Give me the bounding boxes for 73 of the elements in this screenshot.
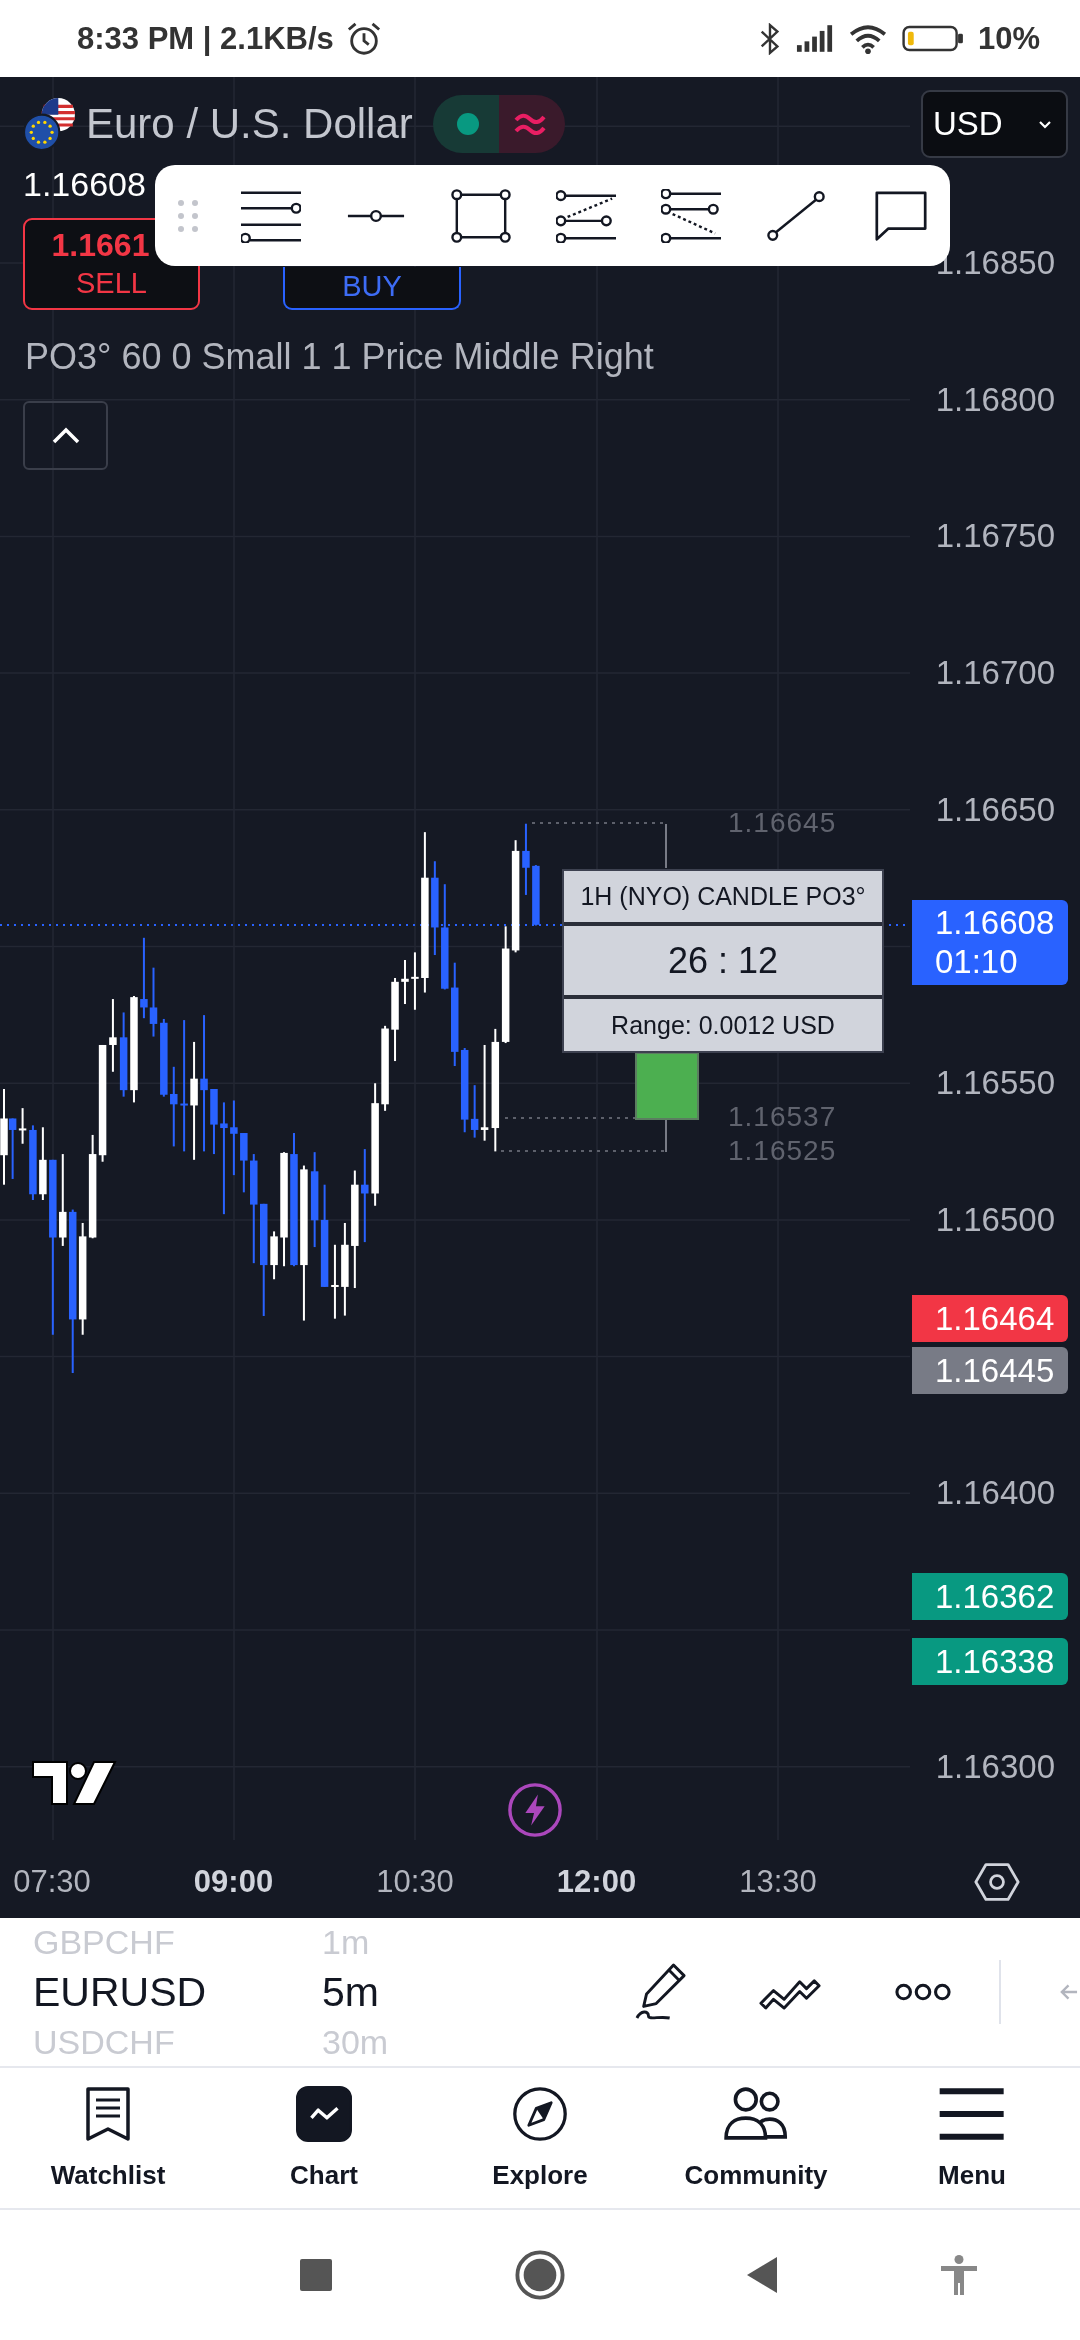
falling-candle [522, 823, 530, 895]
currency-flags-icon [23, 97, 77, 151]
nav-tab[interactable]: Chart [216, 2068, 432, 2208]
price-level-label: 1.16537 [728, 1100, 837, 1134]
price-axis-label: 1.16300 [935, 1746, 1055, 1787]
falling-candle [240, 1133, 248, 1193]
last-price: 1.16608 [22, 164, 146, 204]
price-tag: 1.16464 [912, 1295, 1068, 1342]
falling-candle [210, 1089, 218, 1155]
tooltip-title: 1H (NYO) CANDLE PO3° [564, 871, 882, 922]
accessibility-icon[interactable] [940, 2255, 978, 2295]
indicator-legend[interactable]: PO3° 60 0 Small 1 1 Price Middle Right [0, 335, 654, 379]
symbol-title[interactable]: Euro / U.S. Dollar [86, 100, 413, 148]
time-axis-label: 13:30 [738, 1863, 818, 1901]
price-axis-label: 1.16650 [935, 789, 1055, 830]
currency-dropdown[interactable]: USD [921, 90, 1068, 158]
price-tag: 1.16362 [912, 1573, 1068, 1620]
pen-icon[interactable] [635, 1962, 687, 2022]
logo-icon [30, 1758, 118, 1808]
settings-icon[interactable] [974, 1861, 1020, 1903]
chevron-up-icon [50, 426, 81, 445]
signal-icon [795, 25, 834, 52]
price-axis-label: 1.16500 [935, 1199, 1055, 1240]
price-level-label: 1.16645 [728, 806, 837, 840]
rising-candle [401, 960, 409, 1004]
falling-candle [532, 865, 540, 926]
price-axis-label: 1.16400 [935, 1473, 1055, 1514]
price-axis-label: 1.16850 [935, 243, 1055, 283]
price-level-label: 1.16525 [728, 1134, 837, 1168]
nav-tab[interactable]: Explore [432, 2068, 648, 2208]
channel-lines-icon[interactable] [556, 188, 616, 243]
tag-price: 1.16608 [935, 903, 1055, 942]
candle-wick [665, 823, 667, 869]
countdown-timer: 26 : 12 [564, 926, 882, 995]
rising-candle [270, 1231, 278, 1280]
price-axis-label: 1.16800 [935, 379, 1055, 420]
diagonal-line-icon[interactable] [766, 188, 826, 243]
battery-level: 10% [977, 20, 1040, 57]
falling-candle [149, 967, 158, 1037]
price-tag: 1.16445 [912, 1347, 1068, 1394]
price-axis-label: 1.16550 [935, 1063, 1055, 1104]
rising-candle [18, 1108, 27, 1144]
price-axis-label: 1.16700 [935, 653, 1055, 694]
falling-candle [8, 1118, 17, 1179]
drag-handle-icon[interactable] [178, 199, 198, 232]
interval-option[interactable]: 5m [322, 1964, 562, 2020]
more-icon[interactable] [895, 1982, 951, 2002]
alarm-clock-icon [345, 20, 382, 57]
symbol-option[interactable]: EURUSD [33, 1964, 322, 2020]
status-time: 8:33 PM | 2.1KB/s [77, 20, 334, 57]
price-axis-label: 1.16750 [935, 516, 1055, 557]
rectangle-icon[interactable] [451, 188, 511, 243]
collapse-button[interactable] [23, 401, 108, 470]
lightning-icon[interactable] [507, 1782, 563, 1838]
nav-tab[interactable]: Watchlist [0, 2068, 216, 2208]
time-axis-label: 10:30 [375, 1863, 455, 1901]
rising-candle [411, 952, 419, 1010]
wifi-icon [847, 23, 888, 54]
back-icon[interactable] [745, 2257, 777, 2293]
price-tag: 1.16338 [912, 1638, 1068, 1685]
fan-lines-icon[interactable] [661, 188, 721, 243]
battery-icon [901, 25, 964, 52]
chevron-down-icon [1038, 119, 1052, 129]
time-axis-label: 09:00 [192, 1863, 275, 1901]
range-text: Range: 0.0012 USD [564, 999, 882, 1051]
countdown-text: 01:10 [935, 942, 1018, 981]
wave-icon [498, 95, 565, 153]
time-axis-label: 07:30 [12, 1863, 92, 1901]
time-axis-label: 12:00 [555, 1863, 638, 1901]
home-icon[interactable] [515, 2250, 565, 2300]
nav-tab[interactable]: Menu [864, 2068, 1080, 2208]
buy-button[interactable]: BUY [283, 267, 461, 310]
nav-tab[interactable]: Community [648, 2068, 864, 2208]
